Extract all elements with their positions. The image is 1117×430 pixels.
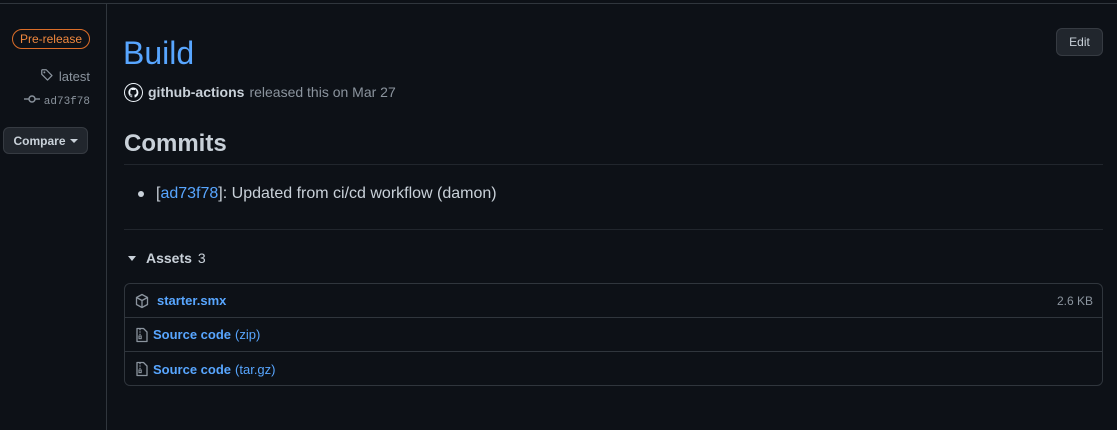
asset-row: Source code (tar.gz) [125,352,1102,386]
tag-name: latest [58,69,90,84]
assets-count: 3 [197,250,206,266]
assets-label: Assets [146,250,192,266]
avatar[interactable] [124,82,143,102]
source-zip-suffix: (zip) [235,327,261,342]
top-divider [0,3,1117,4]
file-zip-icon [133,326,151,344]
release-byline: github-actions released this on Mar 27 [124,82,396,102]
tag-icon [40,68,54,86]
commit-link[interactable]: ad73f78 [23,94,90,110]
commit-hash-link[interactable]: ad73f78 [160,184,218,204]
commit-sha: ad73f78 [43,96,90,108]
release-page: Pre-release latest ad73f78 Compare Build… [0,0,1117,430]
compare-button[interactable]: Compare [3,127,88,154]
edit-button[interactable]: Edit [1056,28,1103,56]
source-targz-suffix: (tar.gz) [235,361,276,377]
release-date-text: released this on Mar 27 [249,84,396,100]
asset-link[interactable]: starter.smx [157,293,226,308]
commits-heading: Commits [124,130,227,157]
source-targz-link[interactable]: Source code [153,362,231,377]
caret-down-icon [128,255,136,261]
asset-size: 2.6 KB [1056,293,1093,308]
git-commit-icon [23,94,40,110]
compare-label: Compare [13,133,66,148]
source-zip-link[interactable]: Source code [153,327,231,342]
prerelease-badge: Pre-release [11,29,90,49]
asset-row: Source code (zip) [125,318,1102,352]
chevron-down-icon [69,138,78,143]
bullet-icon [138,191,144,197]
file-zip-icon [133,360,151,378]
assets-list: starter.smx 2.6 KB Source code (zip) Sou… [124,283,1103,386]
release-title[interactable]: Build [123,34,194,72]
timeline-divider [106,4,107,430]
tag-link[interactable]: latest [40,68,90,86]
assets-toggle[interactable]: Assets 3 [128,249,206,267]
release-author[interactable]: github-actions [148,82,244,102]
commits-divider [124,164,1103,165]
section-divider [124,229,1103,230]
commit-message: ]: Updated from ci/cd workflow (damon) [218,185,497,202]
package-icon [133,292,151,310]
list-item: [ ad73f78 ]: Updated from ci/cd workflow… [138,184,497,204]
asset-row: starter.smx 2.6 KB [125,284,1102,318]
github-icon [125,83,142,101]
